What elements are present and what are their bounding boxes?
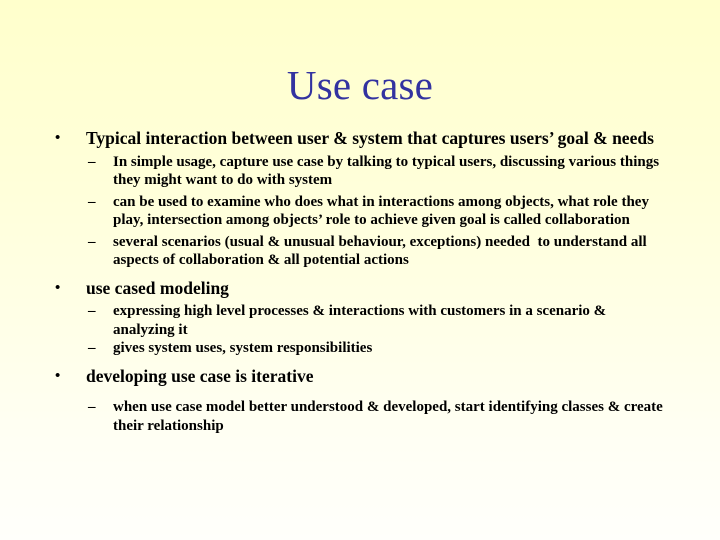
dash-icon: – <box>88 399 96 415</box>
bullet-dot-icon: • <box>55 367 61 384</box>
bullet-item-level2: – several scenarios (usual & unusual beh… <box>0 233 720 270</box>
dash-icon: – <box>88 193 96 210</box>
bullet-item-level1: • Typical interaction between user & sys… <box>0 128 720 150</box>
bullet-item-level1: • developing use case is iterative <box>0 366 720 388</box>
bullet-text: expressing high level processes & intera… <box>113 303 610 338</box>
dash-icon: – <box>88 233 96 250</box>
bullet-text: when use case model better understood & … <box>113 399 667 434</box>
bullet-text: several scenarios (usual & unusual behav… <box>113 233 651 269</box>
bullet-text: developing use case is iterative <box>86 365 314 386</box>
bullet-item-level2: – when use case model better understood … <box>0 398 720 435</box>
bullet-text: gives system uses, system responsibiliti… <box>113 340 373 356</box>
bullet-text: In simple usage, capture use case by tal… <box>113 153 663 189</box>
bullet-dot-icon: • <box>55 279 61 296</box>
dash-icon: – <box>88 303 96 319</box>
bullet-dot-icon: • <box>55 130 61 146</box>
bullet-text: can be used to examine who does what in … <box>113 193 653 229</box>
slide-title: Use case <box>286 62 434 108</box>
slide-body-content: • Typical interaction between user & sys… <box>0 128 720 435</box>
bullet-item-level2: – can be used to examine who does what i… <box>0 193 720 230</box>
bullet-item-level2: – expressing high level processes & inte… <box>0 302 720 339</box>
bullet-item-level1: • use cased modeling <box>0 278 720 300</box>
bullet-text: Typical interaction between user & syste… <box>86 128 654 148</box>
dash-icon: – <box>88 340 96 356</box>
dash-icon: – <box>88 153 96 170</box>
bullet-item-level2: – gives system uses, system responsibili… <box>0 339 720 358</box>
bullet-text: use cased modeling <box>86 277 229 298</box>
bullet-item-level2: – In simple usage, capture use case by t… <box>0 153 720 190</box>
presentation-slide: Use case • Typical interaction between u… <box>0 0 720 540</box>
